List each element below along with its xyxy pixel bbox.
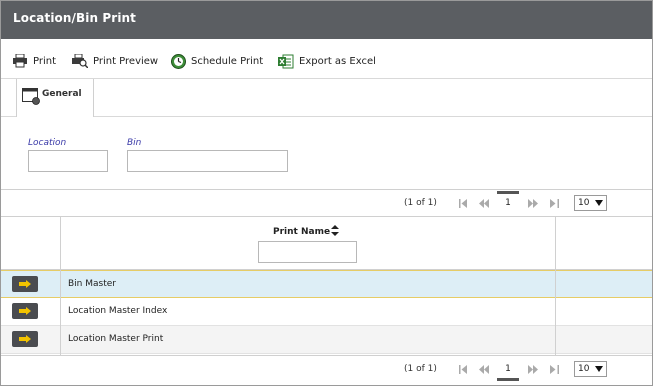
first-page-icon[interactable] xyxy=(458,363,468,375)
next-page-icon[interactable] xyxy=(528,363,538,375)
next-page-icon[interactable] xyxy=(528,197,538,209)
schedule-clock-icon xyxy=(171,53,186,69)
arrow-right-icon xyxy=(19,335,31,343)
location-label: Location xyxy=(28,138,67,148)
print-preview-label: Print Preview xyxy=(93,55,159,67)
print-grid: Print Name Bin Master Location Master In… xyxy=(1,217,652,355)
bin-input[interactable] xyxy=(127,150,288,172)
pager-top: (1 of 1) 1 10 xyxy=(1,189,652,217)
select-row-button[interactable] xyxy=(12,303,38,319)
current-page[interactable]: 1 xyxy=(497,191,519,208)
row-print-name: Location Master Index xyxy=(68,306,168,316)
select-row-button[interactable] xyxy=(12,276,38,292)
export-excel-label: Export as Excel xyxy=(299,55,376,67)
pager-info: (1 of 1) xyxy=(404,198,437,208)
prev-page-icon[interactable] xyxy=(479,197,489,209)
print-name-header[interactable]: Print Name xyxy=(273,227,330,237)
arrow-right-icon xyxy=(19,280,31,288)
excel-icon xyxy=(278,54,294,68)
page-size-value: 10 xyxy=(578,364,590,374)
pager-bottom: (1 of 1) 1 10 xyxy=(1,355,652,383)
last-page-icon[interactable] xyxy=(549,197,559,209)
tab-general[interactable]: General xyxy=(16,79,94,117)
print-button[interactable]: Print xyxy=(12,53,56,69)
export-excel-button[interactable]: Export as Excel xyxy=(278,53,376,69)
print-preview-button[interactable]: Print Preview xyxy=(72,53,158,69)
general-tab-icon xyxy=(22,88,40,105)
schedule-print-label: Schedule Print xyxy=(191,55,264,67)
dropdown-arrow-icon xyxy=(595,200,603,206)
page-size-select[interactable]: 10 xyxy=(574,195,607,211)
print-window: Location/Bin Print Print Print Preview S… xyxy=(0,0,653,386)
sort-icon[interactable] xyxy=(331,225,339,236)
prev-page-icon[interactable] xyxy=(479,363,489,375)
first-page-icon[interactable] xyxy=(458,197,468,209)
page-size-value: 10 xyxy=(578,198,590,208)
location-input[interactable] xyxy=(28,150,108,172)
bin-label: Bin xyxy=(127,138,142,148)
pager-info: (1 of 1) xyxy=(404,364,437,374)
print-preview-icon xyxy=(72,54,88,68)
filter-form: Location Bin xyxy=(1,118,652,189)
arrow-right-icon xyxy=(19,307,31,315)
title-bar: Location/Bin Print xyxy=(1,1,652,39)
page-size-select[interactable]: 10 xyxy=(574,361,607,377)
column-divider xyxy=(555,217,556,355)
row-print-name: Location Master Print xyxy=(68,334,164,344)
tab-bar: General xyxy=(1,79,652,117)
print-label: Print xyxy=(33,55,57,67)
dropdown-arrow-icon xyxy=(595,366,603,372)
select-row-button[interactable] xyxy=(12,331,38,347)
column-divider xyxy=(60,217,61,355)
row-print-name: Bin Master xyxy=(68,279,116,289)
printer-icon xyxy=(13,54,27,68)
window-title: Location/Bin Print xyxy=(13,11,137,25)
last-page-icon[interactable] xyxy=(549,363,559,375)
schedule-print-button[interactable]: Schedule Print xyxy=(171,53,263,69)
tab-general-label: General xyxy=(42,89,82,99)
toolbar: Print Print Preview Schedule Print Expor… xyxy=(1,39,652,79)
current-page[interactable]: 1 xyxy=(497,364,519,381)
print-name-filter-input[interactable] xyxy=(258,241,357,263)
